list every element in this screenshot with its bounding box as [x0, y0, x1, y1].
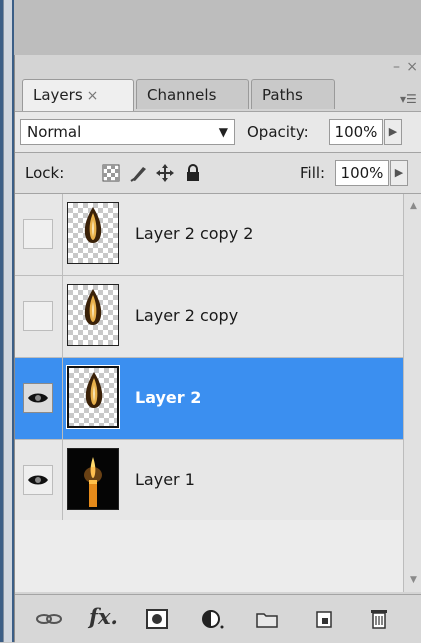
layer-thumbnail[interactable] [67, 284, 119, 346]
layer-row[interactable]: Layer 2 copy [15, 276, 403, 358]
visibility-toggle[interactable] [23, 383, 53, 413]
layer-name[interactable]: Layer 1 [135, 470, 195, 489]
layer-thumbnail[interactable] [67, 448, 119, 510]
blend-row: Normal ▼ Opacity: 100% ▶ [15, 112, 421, 153]
flame-icon [84, 289, 102, 325]
empty-layer-area [15, 520, 403, 592]
eye-icon [28, 475, 48, 485]
tab-layers[interactable]: Layers × [22, 79, 134, 111]
layer-thumbnail[interactable] [66, 365, 120, 429]
dock-top-bar [14, 0, 421, 55]
lock-label: Lock: [25, 164, 65, 182]
blend-mode-select[interactable]: Normal ▼ [20, 119, 235, 145]
layer-name[interactable]: Layer 2 copy [135, 306, 238, 325]
candle-icon [84, 457, 102, 507]
visibility-toggle[interactable] [23, 301, 53, 331]
layer-row[interactable]: Layer 2 copy 2 [15, 194, 403, 276]
window-edge [0, 0, 15, 642]
tab-paths[interactable]: Paths [251, 79, 335, 109]
tab-channels-label: Channels [147, 86, 217, 104]
lock-position-icon[interactable] [155, 163, 175, 183]
layers-scrollbar[interactable]: ▲ ▼ [403, 194, 421, 592]
lock-row: Lock: Fill: 100% ▶ [15, 153, 421, 194]
flame-icon [85, 372, 103, 408]
window-edge-inner [3, 0, 12, 642]
lock-all-icon[interactable] [183, 163, 203, 183]
visibility-toggle[interactable] [23, 465, 53, 495]
opacity-label: Opacity: [247, 123, 309, 141]
close-panel-button[interactable]: × [406, 59, 418, 75]
layers-list: Layer 2 copy 2 Layer 2 copy Layer 2 Laye… [15, 194, 403, 592]
adjustment-icon[interactable] [199, 607, 227, 631]
fill-slider-button[interactable]: ▶ [390, 160, 408, 186]
fill-input[interactable]: 100% [335, 160, 389, 186]
layer-row[interactable]: Layer 1 [15, 440, 403, 522]
flame-icon [84, 207, 102, 243]
new-layer-icon[interactable] [311, 607, 339, 631]
folder-icon[interactable] [253, 607, 281, 631]
blend-mode-value: Normal [27, 123, 82, 141]
column-divider [62, 194, 63, 275]
visibility-toggle[interactable] [23, 219, 53, 249]
layer-name[interactable]: Layer 2 copy 2 [135, 224, 253, 243]
mask-icon[interactable] [143, 607, 171, 631]
opacity-input[interactable]: 100% [329, 119, 383, 145]
layer-thumbnail[interactable] [67, 202, 119, 264]
column-divider [62, 358, 63, 439]
panel-menu-icon[interactable]: ▾☰ [400, 91, 420, 107]
lock-transparent-pixels-icon[interactable] [101, 163, 121, 183]
dropdown-arrow-icon: ▼ [218, 125, 228, 139]
eye-icon [28, 393, 48, 403]
link-icon[interactable] [35, 607, 63, 631]
opacity-slider-button[interactable]: ▶ [384, 119, 402, 145]
tab-paths-label: Paths [262, 86, 303, 104]
layers-bottom-bar: fx. [15, 594, 421, 643]
tab-close-icon[interactable]: × [87, 88, 99, 104]
tab-channels[interactable]: Channels [136, 79, 249, 109]
column-divider [62, 276, 63, 357]
scroll-up-arrow-icon[interactable]: ▲ [404, 198, 421, 214]
panel-controls: – × [378, 59, 418, 79]
column-divider [62, 440, 63, 521]
trash-icon[interactable] [365, 607, 393, 631]
minimize-button[interactable]: – [393, 59, 400, 75]
layers-panel: – × Layers × Channels Paths ▾☰ Normal ▼ O… [14, 55, 421, 643]
layer-name[interactable]: Layer 2 [135, 388, 201, 407]
fill-label: Fill: [300, 164, 326, 182]
fx-icon[interactable]: fx. [89, 604, 118, 629]
tab-layers-label: Layers [33, 86, 83, 104]
lock-image-pixels-icon[interactable] [129, 163, 149, 183]
layer-row-selected[interactable]: Layer 2 [15, 358, 403, 440]
scroll-down-arrow-icon[interactable]: ▼ [404, 572, 421, 588]
